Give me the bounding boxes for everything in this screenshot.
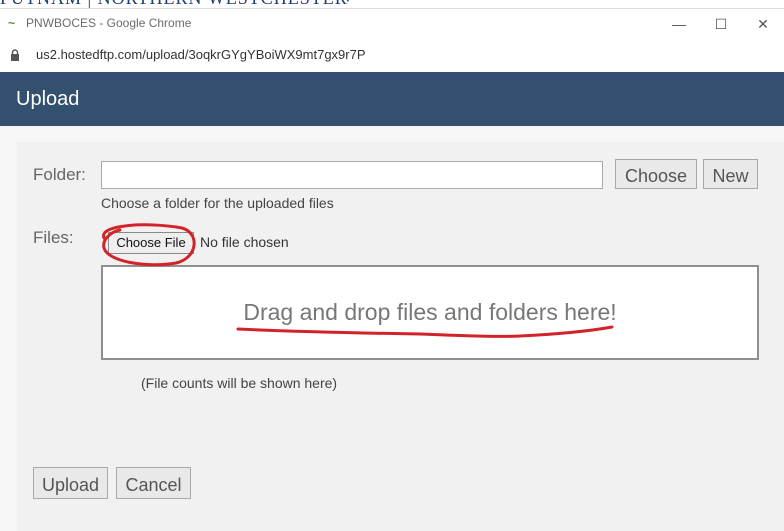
folder-label: Folder: [33,165,86,184]
lock-icon [11,49,19,61]
no-file-text: No file chosen [200,234,289,250]
minimize-button[interactable]: — [668,13,690,35]
folder-hint: Choose a folder for the uploaded files [101,195,334,211]
background-page-heading: PUTNAM | NORTHERN WESTCHESTER [0,0,348,8]
choose-file-button[interactable]: Choose File [108,232,194,254]
drop-zone[interactable]: Drag and drop files and folders here! [101,265,759,360]
drop-zone-text: Drag and drop files and folders here! [243,299,617,325]
files-label: Files: [33,228,74,247]
window-title-bar: ~ PNWBOCES - Google Chrome — ☐ ✕ [0,8,784,39]
background-page-strip: PUTNAM | NORTHERN WESTCHESTER ✦ [0,0,784,8]
new-folder-button[interactable]: New [703,159,758,189]
upload-header: Upload [0,72,784,126]
hostedftp-icon: ~ [8,16,16,30]
close-button[interactable]: ✕ [752,13,774,35]
address-bar[interactable]: us2.hostedftp.com/upload/3oqkrGYgYBoiWX9… [0,38,784,73]
window-title: PNWBOCES - Google Chrome [26,16,192,30]
choose-folder-button[interactable]: Choose [615,159,697,189]
star-icon: ✦ [342,0,354,7]
maximize-button[interactable]: ☐ [710,13,732,35]
url-text[interactable]: us2.hostedftp.com/upload/3oqkrGYgYBoiWX9… [36,47,366,62]
file-counts-text: (File counts will be shown here) [141,375,338,391]
cancel-button[interactable]: Cancel [116,467,191,499]
folder-input[interactable] [101,161,603,189]
upload-button[interactable]: Upload [33,467,108,499]
page-title: Upload [16,88,80,110]
